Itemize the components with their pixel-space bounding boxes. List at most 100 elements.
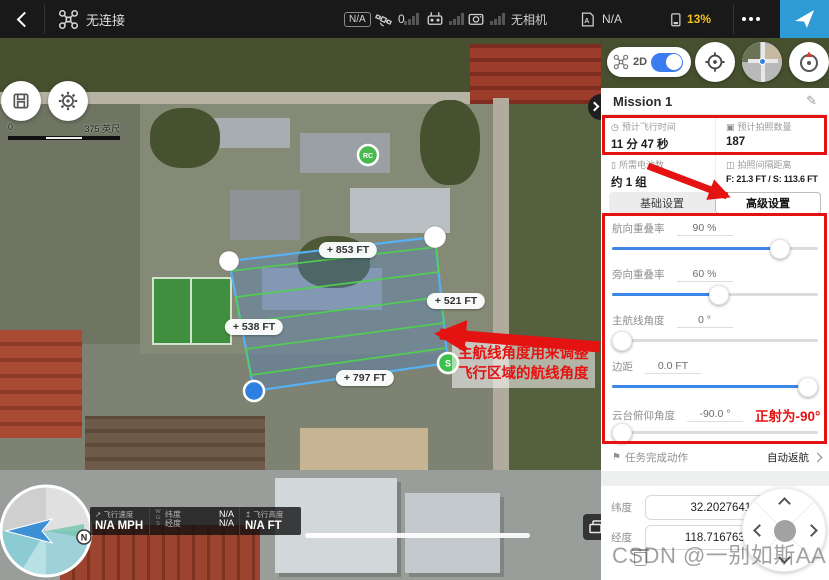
chevron-left-icon — [16, 11, 32, 27]
map-texture — [420, 100, 480, 185]
stat-value: 11 分 47 秒 — [611, 136, 711, 152]
altitude-value: N/A FT — [245, 520, 296, 532]
divider — [601, 471, 829, 486]
slider-value[interactable]: 90 % — [677, 222, 733, 236]
flag-icon: ⚑ — [612, 452, 621, 463]
slider-value[interactable]: 60 % — [677, 268, 733, 282]
slider-handle-gimbal-pitch[interactable] — [612, 423, 632, 443]
edge-distance-label: + 853 FT — [319, 242, 377, 258]
altitude-label: 飞行高度 — [253, 510, 283, 519]
slider-row-course-overlap: 航向重叠率 90 % — [601, 214, 829, 260]
stat-clock: ◷预计飞行时间 11 分 47 秒 — [601, 116, 711, 154]
edge-distance-label: + 521 FT — [427, 293, 485, 309]
telemetry-bar: ↗ 飞行速度 N/A MPH WGS 纬度N/A 经度N/A ↥ 飞行高度 N/… — [90, 507, 301, 535]
dpad-center-handle[interactable] — [774, 520, 796, 542]
chevron-right-icon — [813, 453, 823, 463]
edge-distance-label: + 797 FT — [336, 370, 394, 386]
slider-handle-course-overlap[interactable] — [770, 239, 790, 259]
top-status-bar: 无连接 N/A 0 无相机 A N — [0, 0, 829, 38]
attitude-compass-widget: N — [0, 483, 94, 579]
mission-stats: ◷预计飞行时间11 分 47 秒▣预计拍照数量187▯所需电池数约 1 组◫拍照… — [601, 116, 829, 192]
slider-track-course-overlap[interactable] — [612, 247, 818, 250]
settings-tabs: 基础设置高级设置 — [609, 192, 821, 214]
minimap-button[interactable] — [742, 42, 782, 82]
slider-label: 旁向重叠率 — [612, 267, 665, 282]
home-indicator[interactable] — [305, 533, 530, 538]
slider-handle-route-angle[interactable] — [612, 331, 632, 351]
slider-label: 云台俯仰角度 — [612, 408, 675, 423]
connection-status: 无连接 — [86, 0, 125, 38]
longitude-label: 经度 — [611, 530, 637, 545]
flight-area-polygon[interactable] — [229, 237, 448, 391]
nudge-dpad[interactable] — [742, 488, 826, 572]
speed-label: 飞行速度 — [103, 510, 133, 519]
stat-label: 预计拍照数量 — [738, 122, 792, 132]
stat-label: 预计飞行时间 — [622, 122, 676, 132]
satellite-icon — [375, 0, 392, 38]
slider-track-side-overlap[interactable] — [612, 293, 818, 296]
rc-signal-bars — [449, 0, 464, 38]
slider-value[interactable]: -90.0 ° — [687, 408, 743, 422]
finish-action-label: 任务完成动作 — [625, 450, 767, 465]
camera-signal-bars — [490, 0, 505, 38]
polygon-vertex-handle[interactable] — [424, 226, 446, 248]
slider-value[interactable]: 0.0 FT — [645, 360, 701, 374]
compass-orient-button[interactable] — [789, 42, 829, 82]
svg-text:N: N — [81, 533, 88, 543]
device-battery-icon — [668, 0, 683, 38]
polygon-vertex-handle-selected[interactable] — [244, 381, 264, 401]
slider-track-margin[interactable] — [612, 385, 818, 388]
mission-panel: Mission 1 ✎ ◷预计飞行时间11 分 47 秒▣预计拍照数量187▯所… — [601, 88, 829, 580]
map-2d-toggle[interactable] — [651, 53, 683, 72]
tab-advanced-settings[interactable]: 高级设置 — [715, 192, 821, 214]
tab-basic-settings[interactable]: 基础设置 — [609, 192, 715, 214]
map-thumbnail-icon — [742, 42, 782, 82]
slider-handle-side-overlap[interactable] — [709, 285, 729, 305]
slider-track-route-angle[interactable] — [612, 339, 818, 342]
map-texture — [0, 104, 140, 344]
takeoff-button[interactable] — [780, 0, 829, 38]
annotation-gimbal-note: 正射为-90° — [755, 405, 820, 425]
map-texture — [85, 416, 265, 471]
remote-controller-icon — [426, 0, 444, 38]
stat-battery: ▯所需电池数约 1 组 — [601, 154, 711, 192]
polygon-vertex-handle[interactable] — [219, 251, 239, 271]
map-texture — [0, 330, 82, 438]
scale-bar-graphic — [8, 136, 120, 140]
more-menu-button[interactable] — [729, 0, 773, 38]
chevron-right-icon — [590, 102, 600, 112]
nudge-right-button[interactable] — [805, 524, 818, 537]
settings-button[interactable] — [48, 81, 88, 121]
nudge-down-button[interactable] — [778, 551, 791, 564]
locate-button[interactable] — [695, 42, 735, 82]
save-mission-button[interactable] — [1, 81, 41, 121]
slider-label: 边距 — [612, 359, 633, 374]
slider-label: 航向重叠率 — [612, 221, 665, 236]
nudge-left-button[interactable] — [753, 524, 766, 537]
gear-icon — [57, 90, 79, 112]
slider-value[interactable]: 0 ° — [677, 314, 733, 328]
finish-action-row[interactable]: ⚑ 任务完成动作 自动返航 — [601, 446, 829, 469]
slider-track-gimbal-pitch[interactable] — [612, 431, 818, 434]
nudge-up-button[interactable] — [778, 497, 791, 510]
clock-icon: ◷ — [611, 122, 619, 132]
stat-label: 所需电池数 — [619, 160, 664, 170]
svg-text:A: A — [584, 17, 589, 25]
paper-plane-icon — [791, 6, 817, 32]
divider — [44, 4, 45, 34]
stat-interval: ◫拍照间隔距离F: 21.3 FT / S: 113.6 FT — [715, 154, 825, 192]
pencil-icon[interactable]: ✎ — [806, 93, 817, 109]
mission-title: Mission 1 — [613, 94, 672, 109]
scale-distance-label: 375 英尺 — [84, 122, 120, 135]
slider-handle-margin[interactable] — [798, 377, 818, 397]
camera-icon — [467, 0, 485, 38]
telemetry-lng-value: N/A — [219, 519, 234, 528]
camera-status: 无相机 — [511, 0, 547, 38]
ellipsis-icon — [742, 17, 746, 21]
slider-row-margin: 边距 0.0 FT — [601, 352, 829, 398]
slider-row-gimbal-pitch: 云台俯仰角度 -90.0 ° 正射为-90° — [601, 398, 829, 444]
back-button[interactable] — [8, 0, 40, 38]
stat-value: F: 21.3 FT / S: 113.6 FT — [726, 174, 825, 184]
trash-icon[interactable] — [634, 552, 647, 566]
panel-header: Mission 1 ✎ — [601, 88, 829, 115]
